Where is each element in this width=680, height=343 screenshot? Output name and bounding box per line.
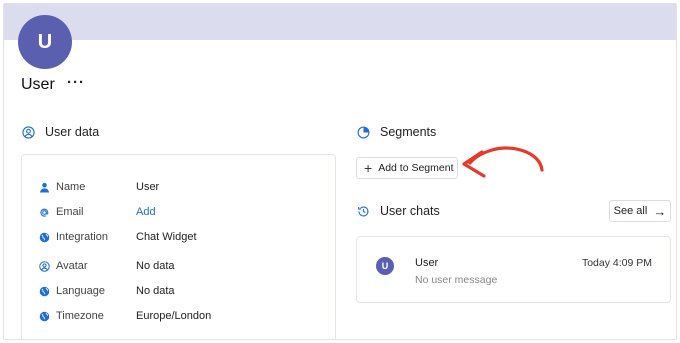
row-label: Name [56, 181, 86, 193]
avatar: U [18, 15, 72, 69]
globe-icon [38, 285, 50, 297]
user-data-row-avatar: Avatar No data [22, 257, 335, 275]
profile-panel: U User ··· User data Name User Email Add [3, 3, 677, 340]
user-chats-heading-label: User chats [380, 204, 440, 218]
segments-heading: Segments [356, 125, 436, 139]
at-icon [38, 206, 50, 218]
row-value: User [136, 181, 160, 193]
user-data-row-timezone: Timezone Europe/London [22, 307, 335, 325]
row-value: Chat Widget [136, 231, 197, 243]
row-label: Language [56, 285, 105, 297]
chat-timestamp: Today 4:09 PM [581, 257, 652, 269]
row-label: Timezone [56, 310, 104, 322]
chat-user-name: User [415, 257, 439, 269]
user-data-row-language: Language No data [22, 282, 335, 300]
user-data-row-email: Email Add [22, 203, 335, 221]
row-label: Email [56, 206, 84, 218]
avatar: U [376, 257, 394, 275]
see-all-label: See all [613, 205, 648, 217]
row-label: Integration [56, 231, 108, 243]
segments-heading-label: Segments [380, 125, 437, 139]
history-icon [356, 204, 370, 218]
pie-chart-icon [356, 125, 370, 139]
user-circle-icon [21, 125, 35, 139]
user-data-row-name: Name User [22, 178, 335, 196]
more-options-button[interactable]: ··· [67, 74, 85, 91]
annotation-arrow-icon [462, 146, 544, 178]
globe-icon [38, 231, 50, 243]
row-value: Europe/London [136, 310, 212, 322]
chat-last-message: No user message [415, 274, 498, 286]
user-data-heading-label: User data [45, 125, 100, 139]
user-chats-heading: User chats [356, 204, 440, 218]
page-title: User [21, 76, 55, 93]
user-data-heading: User data [21, 125, 99, 139]
person-icon [38, 181, 50, 193]
row-label: Avatar [56, 260, 88, 272]
chat-list-item[interactable]: U User No user message Today 4:09 PM [356, 236, 671, 303]
row-value: No data [136, 260, 175, 272]
add-email-link[interactable]: Add [136, 206, 156, 218]
row-value: No data [136, 285, 175, 297]
user-circle-icon [38, 260, 50, 272]
avatar-initial: U [37, 30, 53, 53]
plus-icon: + [364, 160, 373, 176]
chat-avatar-initial: U [381, 261, 389, 271]
arrow-right-icon: → [653, 203, 667, 219]
globe-icon [38, 310, 50, 322]
profile-banner [4, 4, 676, 40]
user-data-row-integration: Integration Chat Widget [22, 228, 335, 246]
add-to-segment-button[interactable]: + Add to Segment [356, 157, 458, 179]
user-data-card: Name User Email Add Integration Chat Wid… [21, 154, 336, 339]
add-to-segment-label: Add to Segment [378, 162, 454, 174]
see-all-button[interactable]: See all → [609, 200, 671, 222]
